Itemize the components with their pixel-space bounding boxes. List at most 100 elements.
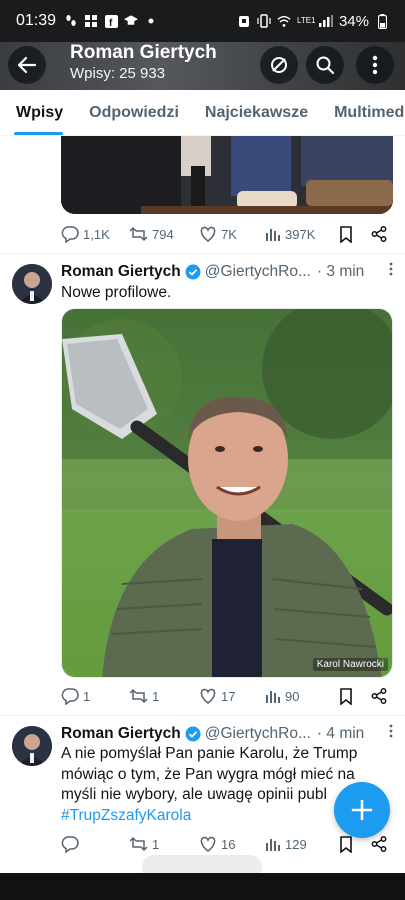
tweet-photo[interactable]: Karol Nawrocki xyxy=(61,308,393,678)
handle[interactable]: @GiertychRo... xyxy=(205,263,311,281)
views-icon xyxy=(266,691,280,703)
back-arrow-icon xyxy=(17,56,37,74)
tweet-time[interactable]: · 4 min xyxy=(317,725,364,743)
reply-button[interactable]: 1 xyxy=(61,687,129,705)
repost-icon xyxy=(129,688,148,704)
heart-icon xyxy=(200,688,216,704)
bookmark-button[interactable] xyxy=(339,835,371,853)
share-button[interactable] xyxy=(371,688,387,704)
search-button[interactable] xyxy=(306,46,344,84)
profile-name: Roman Giertych xyxy=(70,42,217,63)
share-icon xyxy=(371,836,387,852)
reply-icon xyxy=(61,836,79,853)
views-icon xyxy=(266,839,280,851)
verified-badge-icon xyxy=(185,264,201,279)
repost-count: 1 xyxy=(152,688,160,704)
reply-count: 1 xyxy=(83,688,91,704)
reply-icon xyxy=(61,688,79,705)
facebook-icon: f xyxy=(104,14,118,28)
grid-icon xyxy=(84,14,98,28)
tweet-text-line: A nie pomyślał Pan panie Karolu, że Trum… xyxy=(61,745,358,762)
repost-button[interactable]: 1 xyxy=(129,836,199,852)
bookmark-button[interactable] xyxy=(339,225,371,243)
tweet-divider xyxy=(0,253,405,254)
reply-icon xyxy=(61,226,79,243)
tweet-header: Roman Giertych @GiertychRo... · 3 min xyxy=(61,262,393,281)
timeline: 1,1K 794 7K 397K Roman Giertych @Giertyc… xyxy=(0,136,405,900)
tweet-time[interactable]: · 3 min xyxy=(317,263,364,281)
like-button[interactable]: 16 xyxy=(199,836,265,852)
footprints-icon xyxy=(64,14,78,28)
views-count: 397K xyxy=(285,226,316,242)
like-count: 16 xyxy=(221,836,236,852)
network-label: LTE1 xyxy=(296,16,316,25)
system-nav-bar xyxy=(0,873,405,900)
repost-button[interactable]: 794 xyxy=(129,226,199,242)
tweet-actions: 1 16 129 xyxy=(61,832,393,856)
tweet-media[interactable] xyxy=(61,136,393,214)
no-sync-button[interactable] xyxy=(260,46,298,84)
repost-icon xyxy=(129,836,148,852)
bookmark-icon xyxy=(340,687,352,705)
views-button[interactable]: 90 xyxy=(265,688,339,704)
tab-multimedia[interactable]: Multimedia xyxy=(321,90,405,135)
share-icon xyxy=(371,688,387,704)
share-button[interactable] xyxy=(371,836,387,852)
more-button[interactable] xyxy=(356,46,394,84)
views-button[interactable]: 129 xyxy=(265,836,339,852)
verified-badge-icon xyxy=(185,726,201,741)
reply-button[interactable] xyxy=(61,835,129,853)
more-vertical-icon xyxy=(389,724,393,738)
share-icon xyxy=(371,226,387,242)
profile-tabs: Wpisy Odpowiedzi Najciekawsze Multimedia xyxy=(0,90,405,136)
more-vertical-icon xyxy=(389,262,393,276)
compose-button[interactable] xyxy=(334,782,390,838)
views-count: 129 xyxy=(285,836,307,852)
signal-icon xyxy=(318,14,333,28)
bookmark-button[interactable] xyxy=(339,687,371,705)
profile-header: Roman Giertych Wpisy: 25 933 xyxy=(0,42,405,90)
header-title: Roman Giertych Wpisy: 25 933 xyxy=(70,42,217,84)
share-button[interactable] xyxy=(371,226,387,242)
status-bar: 01:39 f LTE1 34% xyxy=(0,0,405,42)
tweet-text-line: mówiąc o tym, że Pan wygra mógł mieć na xyxy=(61,765,355,783)
heart-icon xyxy=(200,836,216,852)
graduation-cap-icon xyxy=(124,14,139,28)
display-name[interactable]: Roman Giertych xyxy=(61,263,181,281)
like-button[interactable]: 17 xyxy=(199,688,265,704)
reply-button[interactable]: 1,1K xyxy=(61,225,129,243)
views-icon xyxy=(266,229,280,241)
battery-percent: 34% xyxy=(338,12,369,30)
back-button[interactable] xyxy=(8,46,46,84)
battery-icon xyxy=(375,13,389,29)
like-count: 7K xyxy=(221,226,237,242)
like-count: 17 xyxy=(221,688,236,704)
display-name[interactable]: Roman Giertych xyxy=(61,725,181,743)
avatar[interactable] xyxy=(12,726,52,766)
tweet-more-button[interactable] xyxy=(389,724,393,743)
avatar[interactable] xyxy=(12,264,52,304)
tweet-text: Nowe profilowe. xyxy=(61,284,172,301)
dot-icon xyxy=(144,14,158,28)
bookmark-icon xyxy=(340,835,352,853)
views-button[interactable]: 397K xyxy=(265,226,339,242)
handle[interactable]: @GiertychRo... xyxy=(205,725,311,743)
tweet-more-button[interactable] xyxy=(389,262,393,281)
like-button[interactable]: 7K xyxy=(199,226,265,242)
search-icon xyxy=(316,56,335,75)
reply-count: 1,1K xyxy=(83,226,110,242)
tab-najciekawsze[interactable]: Najciekawsze xyxy=(192,90,321,135)
tab-odpowiedzi[interactable]: Odpowiedzi xyxy=(76,90,192,135)
views-count: 90 xyxy=(285,688,300,704)
more-vertical-icon xyxy=(372,55,378,75)
alarm-icon xyxy=(237,14,251,28)
heart-icon xyxy=(200,226,216,242)
repost-count: 1 xyxy=(152,836,160,852)
tab-wpisy[interactable]: Wpisy xyxy=(0,90,76,135)
tweet-header: Roman Giertych @GiertychRo... · 4 min xyxy=(61,724,393,743)
plus-icon xyxy=(351,799,373,821)
status-time: 01:39 xyxy=(16,12,57,29)
vibrate-icon xyxy=(257,14,271,28)
repost-icon xyxy=(129,226,148,242)
repost-button[interactable]: 1 xyxy=(129,688,199,704)
